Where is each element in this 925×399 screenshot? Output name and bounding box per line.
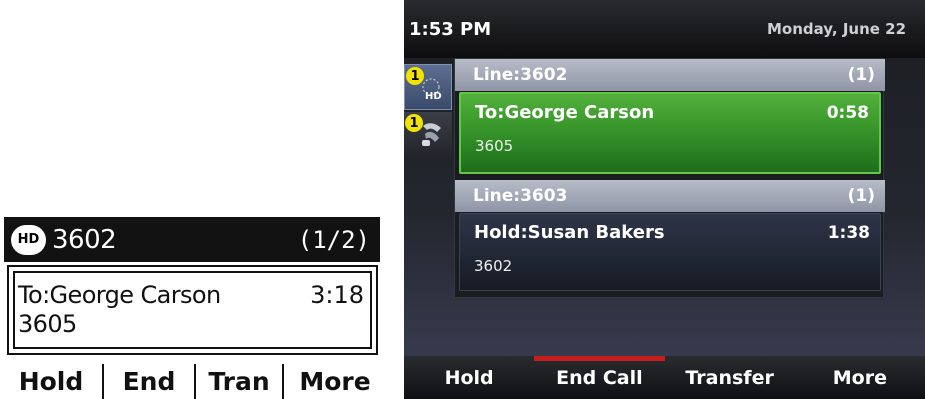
lcd-call-number: 3605 [18, 310, 77, 338]
lcd-hold-softkey[interactable]: Hold [0, 364, 104, 399]
lcd-call-box[interactable]: To:George Carson 3:18 3605 [7, 265, 378, 355]
status-time: 1:53 PM [409, 18, 492, 40]
call-card-row: Hold:Susan Bakers 1:38 [474, 222, 870, 243]
line-call-count: (1) [847, 186, 875, 206]
line-header-3602[interactable]: Line:3602 (1) [455, 59, 885, 91]
lcd-line-number: 3602 [52, 224, 117, 255]
lcd-softkey-bar: Hold End Tran More [0, 364, 386, 399]
line-header-3603[interactable]: Line:3603 (1) [455, 180, 885, 212]
lcd-phone-screen: HD 3602 (1/2) To:George Carson 3:18 3605… [0, 0, 400, 399]
lcd-call-count: (1/2) [297, 225, 370, 254]
lcd-more-softkey[interactable]: More [284, 364, 386, 399]
line-label: Line:3603 [473, 186, 568, 206]
call-duration: 1:38 [827, 223, 870, 243]
lcd-call-highlight: To:George Carson 3:18 3605 [13, 271, 372, 349]
held-call-card[interactable]: Hold:Susan Bakers 1:38 3602 [459, 213, 881, 291]
call-duration: 0:58 [826, 103, 869, 123]
calls-panel: Line:3602 (1) To:George Carson 0:58 3605… [454, 58, 885, 298]
lcd-call-duration: 3:18 [310, 281, 364, 309]
hold-softkey[interactable]: Hold [404, 356, 534, 399]
line-call-count: (1) [847, 65, 875, 85]
line-tab-hd[interactable]: 1 HD [404, 64, 452, 110]
call-card-row: To:George Carson 0:58 [475, 102, 869, 123]
status-date: Monday, June 22 [767, 20, 907, 38]
line-tab-handset[interactable]: 1 [404, 112, 452, 158]
hd-line-icon: HD [422, 78, 442, 102]
handset-icon [422, 123, 441, 146]
call-party: Hold:Susan Bakers [474, 222, 665, 243]
call-number: 3602 [474, 257, 513, 275]
more-softkey[interactable]: More [795, 356, 925, 399]
status-bar: 1:53 PM Monday, June 22 [404, 0, 925, 58]
active-call-card[interactable]: To:George Carson 0:58 3605 [459, 92, 881, 174]
color-phone-screen: 1:53 PM Monday, June 22 1 HD 1 Line:3602… [404, 0, 925, 399]
transfer-softkey[interactable]: Transfer [665, 356, 795, 399]
lcd-call-row: To:George Carson 3:18 [18, 281, 366, 309]
svg-text:HD: HD [425, 91, 442, 102]
line-label: Line:3602 [473, 65, 568, 85]
call-party: To:George Carson [475, 102, 655, 123]
lcd-call-party: To:George Carson [18, 281, 221, 309]
lcd-line-header: HD 3602 (1/2) [4, 217, 380, 262]
softkey-bar: Hold End Call Transfer More [404, 356, 925, 399]
lcd-transfer-softkey[interactable]: Tran [196, 364, 284, 399]
end-call-softkey[interactable]: End Call [534, 356, 665, 399]
hd-icon: HD [11, 224, 46, 255]
line-tabs: 1 HD 1 [404, 58, 452, 178]
call-number: 3605 [475, 137, 514, 155]
lcd-end-softkey[interactable]: End [104, 364, 196, 399]
